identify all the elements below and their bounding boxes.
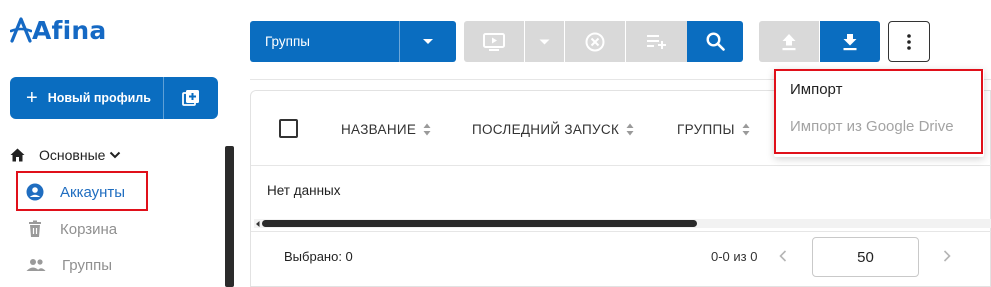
sidebar-item-label: Корзина (60, 220, 118, 238)
download-button[interactable] (820, 21, 880, 62)
stop-button[interactable] (565, 21, 625, 62)
caret-down-icon (423, 39, 433, 44)
groups-select-value: Группы (265, 34, 310, 49)
new-profile-button[interactable]: + Новый профиль (10, 77, 163, 119)
menu-item-import-google-drive[interactable]: Импорт из Google Drive (790, 118, 954, 135)
add-to-queue-button[interactable] (626, 21, 687, 62)
sidebar-item-label: Группы (62, 256, 112, 274)
column-header-label: НАЗВАНИЕ (341, 121, 417, 137)
table-footer-divider (251, 231, 991, 232)
column-header-last-run[interactable]: ПОСЛЕДНИЙ ЗАПУСК (472, 119, 634, 139)
app-logo[interactable]: Afina (10, 13, 106, 47)
playlist-add-icon (646, 34, 666, 49)
account-circle-icon (26, 183, 44, 201)
plus-icon: + (26, 87, 38, 109)
scroll-left-arrow-icon[interactable] (254, 219, 261, 228)
upload-icon (782, 33, 796, 50)
horizontal-scrollbar-thumb[interactable] (262, 220, 697, 227)
previous-page-button[interactable] (775, 246, 791, 266)
search-button[interactable] (687, 21, 743, 62)
chevron-down-icon (110, 151, 121, 159)
sort-icon (423, 123, 431, 136)
page-size-select[interactable]: 50 (812, 237, 919, 277)
new-profile-label: Новый профиль (47, 91, 151, 105)
search-icon (705, 32, 725, 51)
select-all-checkbox[interactable] (279, 119, 298, 138)
sidebar-item-groups[interactable]: Группы (26, 254, 112, 276)
logo-a-icon (10, 17, 32, 43)
chevron-left-icon (779, 250, 787, 262)
brand-name: Afina (32, 15, 107, 45)
download-icon (843, 33, 857, 50)
upload-button[interactable] (759, 21, 819, 62)
cancel-circle-icon (585, 32, 605, 51)
home-icon (10, 148, 25, 162)
selected-count: Выбрано: 0 (284, 249, 353, 264)
more-vert-icon (907, 33, 911, 50)
trash-icon (29, 220, 41, 237)
sidebar-item-label: Аккаунты (60, 183, 126, 201)
menu-item-import[interactable]: Импорт (790, 81, 842, 98)
table-header-divider (251, 165, 991, 166)
run-menu-button[interactable] (525, 21, 564, 62)
chevron-right-icon (943, 250, 951, 262)
caret-down-icon (539, 39, 550, 44)
nav-section-label: Основные (39, 147, 106, 163)
next-page-button[interactable] (939, 246, 955, 266)
more-options-button[interactable] (888, 21, 930, 62)
new-profile-button-group: + Новый профиль (10, 77, 218, 119)
pagination-info: 0-0 из 0 (711, 249, 758, 264)
sidebar-scrollbar[interactable] (225, 146, 234, 287)
groups-select[interactable]: Группы (250, 21, 456, 62)
column-header-groups[interactable]: ГРУППЫ (677, 119, 750, 139)
run-button[interactable] (464, 21, 524, 62)
play-window-icon (483, 32, 505, 51)
sidebar-item-trash[interactable]: Корзина (26, 218, 117, 240)
nav-section-main[interactable]: Основные (10, 144, 121, 166)
sort-icon (626, 123, 634, 136)
add-batch-button[interactable] (163, 77, 218, 119)
column-header-name[interactable]: НАЗВАНИЕ (341, 119, 431, 139)
sort-icon (742, 123, 750, 136)
add-batch-icon (182, 90, 199, 106)
group-icon (26, 259, 46, 271)
column-header-label: ГРУППЫ (677, 121, 735, 137)
groups-select-toggle[interactable] (399, 21, 456, 62)
column-header-label: ПОСЛЕДНИЙ ЗАПУСК (472, 121, 620, 137)
empty-table-message: Нет данных (267, 183, 341, 198)
sidebar-item-accounts[interactable]: Аккаунты (26, 181, 125, 203)
